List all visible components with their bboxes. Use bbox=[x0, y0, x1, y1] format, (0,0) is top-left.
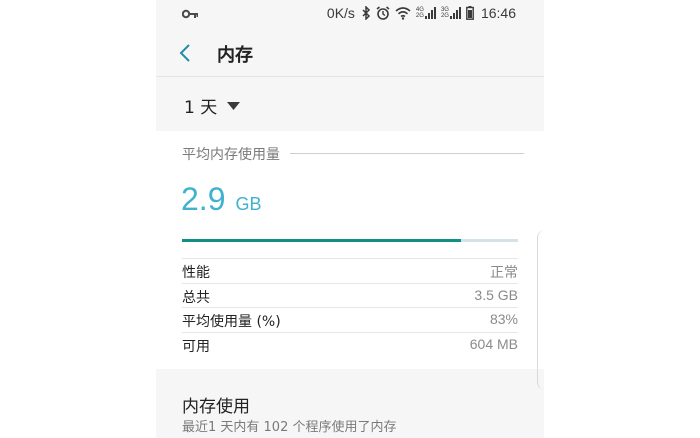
average-usage-value: 2.9 GB bbox=[181, 181, 262, 218]
stat-row-available: 可用 604 MB bbox=[182, 331, 518, 357]
stats-list: 性能 正常 总共 3.5 GB 平均使用量 (%) 83% 可用 604 MB bbox=[182, 258, 518, 356]
battery-icon bbox=[466, 6, 474, 20]
clock: 16:46 bbox=[480, 5, 516, 21]
memory-card: 平均内存使用量 2.9 GB 性能 正常 总共 3.5 GB 平均使用量 (%)… bbox=[156, 131, 544, 369]
header-divider bbox=[156, 76, 544, 77]
signal-4g-icon: 4G 2G bbox=[416, 7, 436, 19]
status-bar: 0K/s 4G 2G 3G 2G 16:46 bbox=[156, 0, 544, 30]
key-icon bbox=[182, 9, 198, 19]
section-header-line bbox=[290, 153, 524, 154]
wifi-icon bbox=[395, 6, 411, 20]
stat-label: 性能 bbox=[182, 265, 210, 281]
alarm-icon bbox=[376, 6, 390, 20]
period-value: 1 天 bbox=[184, 98, 218, 118]
average-usage-header: 平均内存使用量 bbox=[182, 144, 286, 164]
stat-row-performance: 性能 正常 bbox=[182, 258, 518, 283]
edge-panel-handle[interactable] bbox=[537, 230, 548, 390]
bluetooth-icon bbox=[362, 6, 370, 20]
network-speed: 0K/s bbox=[326, 5, 355, 21]
memory-usage-title: 内存使用 bbox=[182, 397, 250, 417]
triangle-down-icon bbox=[227, 101, 241, 110]
average-usage-unit: GB bbox=[235, 194, 262, 214]
stat-value: 3.5 GB bbox=[474, 286, 518, 303]
stat-value: 83% bbox=[489, 311, 518, 327]
stat-label: 可用 bbox=[182, 338, 210, 355]
phone-screen: 0K/s 4G 2G 3G 2G 16:46 内存 1 天 平均内存使用量 2.… bbox=[156, 0, 544, 438]
status-icons: 0K/s 4G 2G 3G 2G 16:46 bbox=[327, 5, 516, 21]
stat-row-total: 总共 3.5 GB bbox=[182, 282, 518, 308]
stat-value: 604 MB bbox=[469, 335, 518, 352]
stat-label: 总共 bbox=[182, 289, 210, 306]
usage-progress-bar bbox=[182, 239, 518, 242]
average-usage-number: 2.9 bbox=[181, 181, 226, 217]
stat-value: 正常 bbox=[490, 264, 518, 280]
signal-3g-icon: 3G 2G bbox=[441, 7, 461, 19]
page-title: 内存 bbox=[217, 45, 253, 66]
stat-row-average-percent: 平均使用量 (%) 83% bbox=[182, 307, 518, 332]
memory-usage-item[interactable]: 内存使用 最近1 天内有 102 个程序使用了内存 bbox=[156, 369, 544, 438]
memory-usage-subtitle: 最近1 天内有 102 个程序使用了内存 bbox=[182, 420, 397, 435]
stat-label: 平均使用量 (%) bbox=[182, 314, 281, 330]
signal-label-2g: 2G bbox=[415, 13, 424, 19]
chevron-left-icon[interactable] bbox=[178, 42, 192, 64]
signal-label-2g-second: 2G bbox=[440, 13, 449, 19]
app-bar: 内存 bbox=[156, 30, 544, 76]
period-dropdown[interactable]: 1 天 bbox=[184, 93, 241, 118]
usage-progress-fill bbox=[182, 239, 461, 242]
